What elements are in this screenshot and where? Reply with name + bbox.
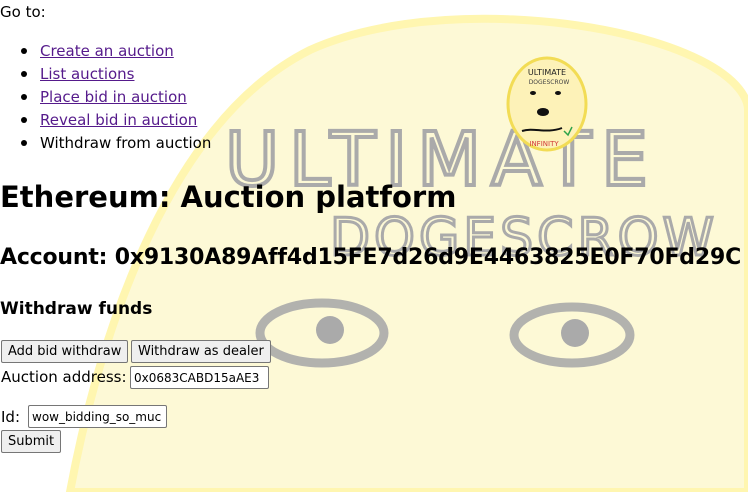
withdraw-as-dealer-button[interactable]: Withdraw as dealer (131, 340, 271, 363)
nav-item-reveal-bid: Reveal bid in auction (20, 111, 211, 134)
add-bid-withdraw-button[interactable]: Add bid withdraw (1, 340, 129, 363)
nav-list: Create an auction List auctions Place bi… (20, 42, 211, 157)
id-label: Id: (1, 408, 20, 426)
logo-top-text: ULTIMATE (528, 68, 566, 77)
create-auction-link[interactable]: Create an auction (40, 42, 174, 60)
id-input[interactable] (28, 405, 167, 428)
submit-button[interactable]: Submit (1, 430, 62, 453)
logo-bottom-text: INFINITY (529, 140, 559, 148)
page-title: Ethereum: Auction platform (0, 180, 457, 214)
account-heading: Account: 0x9130A89Aff4d15FE7d26d9E446382… (0, 245, 742, 270)
reveal-bid-link[interactable]: Reveal bid in auction (40, 111, 197, 129)
nav-item-withdraw: Withdraw from auction (20, 134, 211, 157)
list-auctions-link[interactable]: List auctions (40, 65, 134, 83)
goto-label: Go to: (0, 3, 46, 21)
nav-item-create: Create an auction (20, 42, 211, 65)
logo-mid-text: DOGESCROW (529, 79, 570, 86)
auction-address-input[interactable] (130, 366, 269, 389)
auction-address-label: Auction address: (1, 368, 127, 386)
nav-item-place-bid: Place bid in auction (20, 88, 211, 111)
ultimate-dogescrow-logo: ULTIMATE DOGESCROW INFINITY (506, 56, 588, 152)
withdraw-current-label: Withdraw from auction (40, 134, 212, 152)
section-title: Withdraw funds (0, 299, 153, 319)
nav-item-list: List auctions (20, 65, 211, 88)
place-bid-link[interactable]: Place bid in auction (40, 88, 187, 106)
